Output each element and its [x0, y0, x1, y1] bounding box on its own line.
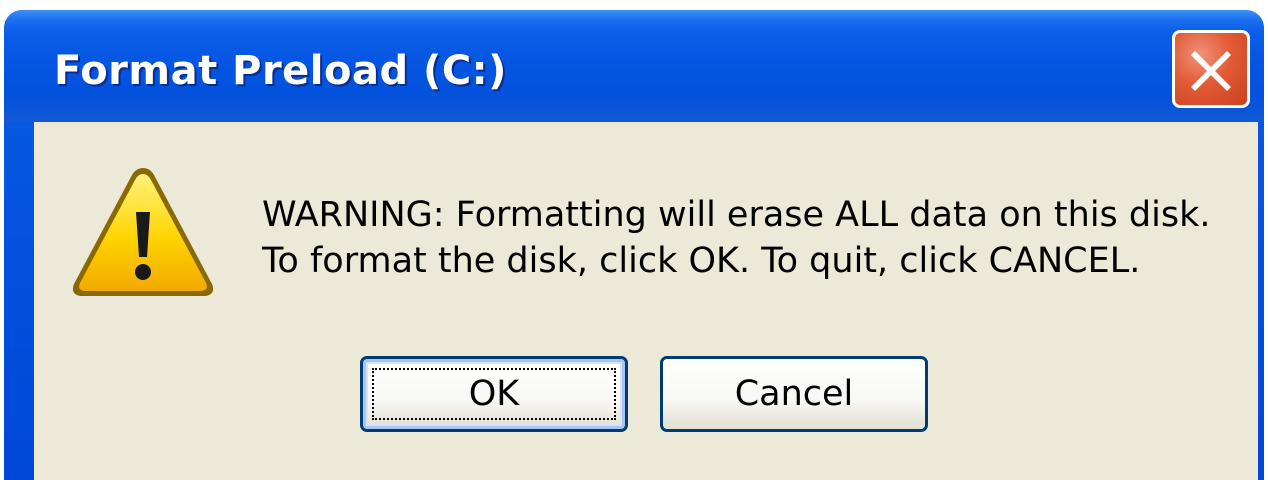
window-title: Format Preload (C:)	[54, 48, 507, 94]
dialog-body: WARNING: Formatting will erase ALL data …	[34, 122, 1258, 480]
message-line-1: WARNING: Formatting will erase ALL data …	[262, 195, 1211, 235]
ok-button[interactable]: OK	[360, 356, 628, 432]
title-bar[interactable]: Format Preload (C:)	[4, 10, 1264, 122]
close-icon	[1191, 51, 1231, 91]
warning-message: WARNING: Formatting will erase ALL data …	[262, 192, 1211, 284]
cancel-button[interactable]: Cancel	[660, 356, 928, 432]
close-button[interactable]	[1172, 30, 1250, 108]
warning-icon	[72, 168, 214, 296]
message-line-2: To format the disk, click OK. To quit, c…	[262, 241, 1141, 281]
cancel-button-label: Cancel	[734, 374, 854, 414]
format-dialog: Format Preload (C:) WARNING: Formatting …	[4, 10, 1264, 480]
ok-button-label: OK	[468, 374, 520, 414]
